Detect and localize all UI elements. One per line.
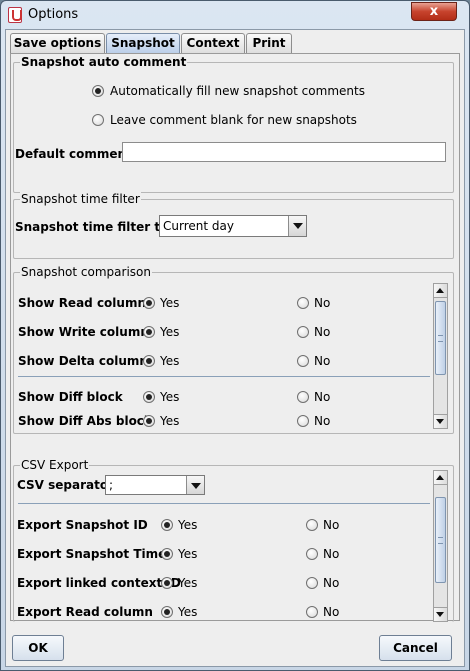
comparison-legend: Snapshot comparison: [20, 265, 152, 279]
export-context-id-yes-label[interactable]: Yes: [178, 576, 197, 590]
show-read-label: Show Read column: [18, 296, 146, 310]
show-read-yes-radio[interactable]: [143, 297, 155, 309]
show-delta-yes-radio[interactable]: [143, 355, 155, 367]
show-diff-no-radio[interactable]: [297, 391, 309, 403]
export-snapshot-time-label: Export Snapshot Time: [17, 547, 167, 561]
export-snapshot-time-yes-label[interactable]: Yes: [178, 547, 197, 561]
snapshot-tab-panel: Snapshot auto comment Automatically fill…: [10, 53, 460, 622]
show-diff-yes-radio[interactable]: [143, 391, 155, 403]
show-write-yes-label[interactable]: Yes: [160, 325, 179, 339]
csv-separator-label: CSV separator: [17, 478, 115, 492]
show-write-no-label[interactable]: No: [314, 325, 330, 339]
show-read-no-radio[interactable]: [297, 297, 309, 309]
comparison-separator: [18, 376, 430, 377]
export-snapshot-time-yes-radio[interactable]: [161, 548, 173, 560]
show-diff-abs-no-radio[interactable]: [297, 415, 309, 427]
export-snapshot-id-no-label[interactable]: No: [323, 518, 339, 532]
dialog-content: Save options Snapshot Context Print Snap…: [5, 29, 465, 667]
export-snapshot-id-yes-radio[interactable]: [161, 519, 173, 531]
fill-comments-radio[interactable]: [92, 85, 104, 97]
title-bar: Options x: [1, 1, 469, 29]
tab-snapshot[interactable]: Snapshot: [106, 33, 180, 54]
show-write-yes-radio[interactable]: [143, 326, 155, 338]
ok-button[interactable]: OK: [12, 635, 64, 661]
tab-save-options[interactable]: Save options: [10, 33, 105, 53]
show-diff-abs-no-label[interactable]: No: [314, 414, 330, 428]
show-write-no-radio[interactable]: [297, 326, 309, 338]
export-context-id-yes-radio[interactable]: [161, 577, 173, 589]
export-read-column-label: Export Read column: [17, 605, 153, 619]
csv-separator-line: [18, 503, 430, 504]
export-read-column-no-label[interactable]: No: [323, 605, 339, 619]
export-context-id-no-label[interactable]: No: [323, 576, 339, 590]
time-filter-group: Snapshot time filter Snapshot time filte…: [13, 192, 454, 259]
show-delta-no-label[interactable]: No: [314, 354, 330, 368]
show-diff-abs-yes-radio[interactable]: [143, 415, 155, 427]
export-read-column-yes-label[interactable]: Yes: [178, 605, 197, 619]
show-write-label: Show Write column: [18, 325, 149, 339]
show-diff-abs-label: Show Diff Abs block: [18, 414, 152, 428]
export-context-id-no-radio[interactable]: [306, 577, 318, 589]
export-read-column-no-radio[interactable]: [306, 606, 318, 618]
export-read-column-yes-radio[interactable]: [161, 606, 173, 618]
close-button[interactable]: x: [411, 2, 457, 21]
chevron-down-icon[interactable]: [186, 476, 204, 494]
tab-print[interactable]: Print: [246, 33, 292, 53]
blank-comments-radio[interactable]: [92, 114, 104, 126]
export-snapshot-time-no-radio[interactable]: [306, 548, 318, 560]
chevron-down-icon[interactable]: [288, 216, 306, 236]
scroll-up-icon[interactable]: [434, 471, 447, 485]
show-delta-no-radio[interactable]: [297, 355, 309, 367]
csv-export-legend: CSV Export: [20, 458, 90, 472]
show-delta-label: Show Delta column: [18, 354, 148, 368]
default-comment-input[interactable]: [122, 142, 446, 162]
cancel-button[interactable]: Cancel: [379, 635, 452, 661]
scroll-down-icon[interactable]: [434, 607, 447, 621]
export-snapshot-id-label: Export Snapshot ID: [17, 518, 148, 532]
auto-comment-legend: Snapshot auto comment: [20, 55, 188, 69]
show-diff-no-label[interactable]: No: [314, 390, 330, 404]
scroll-thumb[interactable]: [435, 497, 446, 583]
comparison-group: Snapshot comparison Show Read column Yes…: [13, 265, 454, 434]
show-diff-yes-label[interactable]: Yes: [160, 390, 179, 404]
time-filter-type-value: Current day: [163, 219, 234, 233]
csv-separator-select[interactable]: ;: [105, 475, 205, 495]
csv-export-scrollbar[interactable]: [433, 470, 448, 622]
csv-separator-value: ;: [109, 478, 114, 492]
options-window: Options x Save options Snapshot Context …: [0, 0, 470, 671]
window-title: Options: [28, 7, 79, 22]
show-diff-abs-yes-label[interactable]: Yes: [160, 414, 179, 428]
show-diff-label: Show Diff block: [18, 390, 123, 404]
show-read-yes-label[interactable]: Yes: [160, 296, 179, 310]
export-context-id-label: Export linked context ID: [17, 576, 181, 590]
export-snapshot-id-yes-label[interactable]: Yes: [178, 518, 197, 532]
fill-comments-label[interactable]: Automatically fill new snapshot comments: [110, 84, 365, 98]
show-delta-yes-label[interactable]: Yes: [160, 354, 179, 368]
export-snapshot-id-no-radio[interactable]: [306, 519, 318, 531]
show-read-no-label[interactable]: No: [314, 296, 330, 310]
time-filter-legend: Snapshot time filter: [20, 192, 141, 206]
comparison-scrollbar[interactable]: [433, 283, 448, 429]
blank-comments-label[interactable]: Leave comment blank for new snapshots: [110, 113, 357, 127]
scroll-thumb[interactable]: [435, 301, 446, 375]
tab-context[interactable]: Context: [181, 33, 245, 53]
export-snapshot-time-no-label[interactable]: No: [323, 547, 339, 561]
scroll-up-icon[interactable]: [434, 284, 447, 298]
csv-export-group: CSV Export CSV separator ; Export Snapsh…: [13, 458, 454, 622]
scroll-down-icon[interactable]: [434, 414, 447, 428]
time-filter-type-select[interactable]: Current day: [159, 215, 307, 237]
auto-comment-group: Snapshot auto comment Automatically fill…: [13, 55, 454, 193]
java-app-icon: [8, 7, 22, 23]
